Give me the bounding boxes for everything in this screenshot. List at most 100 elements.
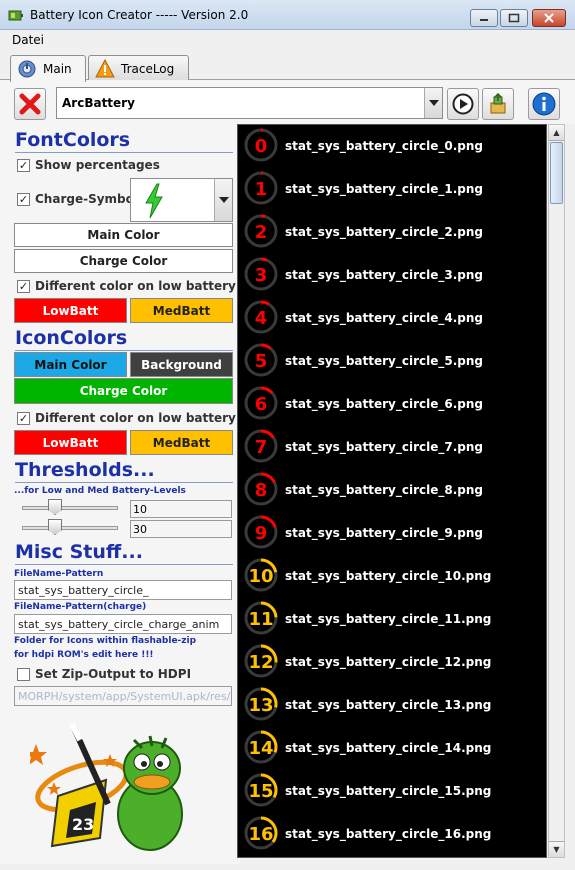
- icon-list-item[interactable]: 7 stat_sys_battery_circle_7.png: [243, 428, 543, 471]
- med-threshold-slider[interactable]: [20, 518, 120, 536]
- icon-filename: stat_sys_battery_circle_14.png: [285, 741, 492, 755]
- close-button[interactable]: [532, 9, 566, 27]
- icon-main-color-button[interactable]: Main Color: [14, 352, 127, 377]
- icon-filename: stat_sys_battery_circle_3.png: [285, 268, 483, 282]
- font-lowbatt-button[interactable]: LowBatt: [14, 298, 127, 323]
- icon-filename: stat_sys_battery_circle_10.png: [285, 569, 492, 583]
- icon-list-item[interactable]: 16 stat_sys_battery_circle_16.png: [243, 815, 543, 857]
- pattern-charge-field[interactable]: stat_sys_battery_circle_charge_anim: [14, 614, 232, 634]
- med-threshold-field[interactable]: 30: [130, 520, 232, 538]
- checkbox-checked-icon: ✓: [17, 158, 30, 172]
- battery-circle-icon: 15: [244, 773, 278, 807]
- battery-circle-icon: 4: [244, 300, 278, 334]
- font-diff-low-checkbox[interactable]: ✓ Different color on low battery: [17, 279, 236, 293]
- icon-medbatt-button[interactable]: MedBatt: [130, 430, 233, 455]
- icon-list-item[interactable]: 8 stat_sys_battery_circle_8.png: [243, 471, 543, 514]
- slider-thumb[interactable]: [48, 519, 62, 535]
- settings-panel: FontColors ✓ Show percentages ✓ Charge-S…: [0, 124, 240, 864]
- icon-filename: stat_sys_battery_circle_2.png: [285, 225, 483, 239]
- slider-thumb[interactable]: [48, 499, 62, 515]
- icon-lowbatt-button[interactable]: LowBatt: [14, 430, 127, 455]
- battery-circle-icon: 2: [244, 214, 278, 248]
- charge-symbol-checkbox[interactable]: ✓ Charge-Symbol: [17, 192, 138, 206]
- chevron-down-icon[interactable]: [214, 179, 232, 221]
- icon-background-button[interactable]: Background: [130, 352, 233, 377]
- export-button[interactable]: [482, 88, 514, 120]
- pattern-charge-label: FileName-Pattern(charge): [14, 602, 147, 612]
- icon-list-item[interactable]: 3 stat_sys_battery_circle_3.png: [243, 256, 543, 299]
- icon-list-item[interactable]: 13 stat_sys_battery_circle_13.png: [243, 686, 543, 729]
- maximize-button[interactable]: [500, 9, 528, 27]
- folder-path-field[interactable]: MORPH/system/app/SystemUI.apk/res/: [14, 686, 232, 706]
- icon-filename: stat_sys_battery_circle_15.png: [285, 784, 492, 798]
- misc-title: Misc Stuff...: [15, 540, 233, 565]
- icon-list-item[interactable]: 0 stat_sys_battery_circle_0.png: [243, 127, 543, 170]
- show-percentages-label: Show percentages: [35, 158, 160, 172]
- icon-filename: stat_sys_battery_circle_9.png: [285, 526, 483, 540]
- icon-charge-color-button[interactable]: Charge Color: [14, 378, 233, 404]
- icon-list-item[interactable]: 14 stat_sys_battery_circle_14.png: [243, 729, 543, 772]
- delete-icon: [19, 93, 41, 115]
- window-title: Battery Icon Creator ----- Version 2.0: [30, 8, 249, 22]
- low-threshold-slider[interactable]: [20, 498, 120, 516]
- battery-circle-icon: 6: [244, 386, 278, 420]
- scrollbar[interactable]: ▲ ▼: [548, 124, 565, 858]
- thresholds-subtitle: ...for Low and Med Battery-Levels: [14, 486, 186, 496]
- menu-file[interactable]: Datei: [12, 33, 44, 47]
- zip-hdpi-label: Set Zip-Output to HDPI: [35, 667, 192, 681]
- checkbox-checked-icon: ✓: [17, 279, 30, 293]
- delete-button[interactable]: [14, 88, 46, 120]
- icon-list-item[interactable]: 11 stat_sys_battery_circle_11.png: [243, 600, 543, 643]
- icon-list-item[interactable]: 9 stat_sys_battery_circle_9.png: [243, 514, 543, 557]
- charge-symbol-select[interactable]: [130, 178, 233, 222]
- battery-number: 11: [248, 609, 273, 630]
- icon-diff-low-label: Different color on low battery: [35, 411, 236, 425]
- svg-text:23: 23: [72, 815, 94, 834]
- minimize-button[interactable]: [470, 9, 498, 27]
- icon-filename: stat_sys_battery_circle_11.png: [285, 612, 492, 626]
- export-icon: [490, 93, 506, 114]
- icon-colors-title: IconColors: [15, 326, 233, 351]
- play-button[interactable]: [447, 88, 479, 120]
- font-charge-color-button[interactable]: Charge Color: [14, 249, 233, 273]
- tab-strip: Main TraceLog: [0, 50, 575, 82]
- zip-hdpi-checkbox[interactable]: Set Zip-Output to HDPI: [17, 667, 191, 681]
- icon-list-item[interactable]: 4 stat_sys_battery_circle_4.png: [243, 299, 543, 342]
- battery-circle-icon: 13: [244, 687, 278, 721]
- low-threshold-field[interactable]: 10: [130, 500, 232, 518]
- battery-number: 3: [255, 265, 268, 286]
- lightning-bolt-icon: [145, 183, 163, 219]
- pattern-field[interactable]: stat_sys_battery_circle_: [14, 580, 232, 600]
- battery-circle-icon: 8: [244, 472, 278, 506]
- battery-number: 1: [255, 179, 268, 200]
- icon-list-item[interactable]: 1 stat_sys_battery_circle_1.png: [243, 170, 543, 213]
- font-main-color-button[interactable]: Main Color: [14, 223, 233, 247]
- info-button[interactable]: [528, 88, 560, 120]
- icon-list-item[interactable]: 12 stat_sys_battery_circle_12.png: [243, 643, 543, 686]
- scrollbar-thumb[interactable]: [550, 142, 563, 204]
- preset-select[interactable]: ArcBattery: [56, 87, 443, 119]
- font-medbatt-button[interactable]: MedBatt: [130, 298, 233, 323]
- icon-filename: stat_sys_battery_circle_12.png: [285, 655, 492, 669]
- show-percentages-checkbox[interactable]: ✓ Show percentages: [17, 158, 160, 172]
- icon-filename: stat_sys_battery_circle_0.png: [285, 139, 483, 153]
- tab-tracelog[interactable]: TraceLog: [88, 55, 189, 81]
- icon-filename: stat_sys_battery_circle_16.png: [285, 827, 492, 841]
- scroll-down-icon[interactable]: ▼: [549, 841, 564, 857]
- icon-filename: stat_sys_battery_circle_8.png: [285, 483, 483, 497]
- icon-list-item[interactable]: 15 stat_sys_battery_circle_15.png: [243, 772, 543, 815]
- preset-select-value: ArcBattery: [62, 96, 135, 110]
- battery-number: 5: [255, 351, 268, 372]
- battery-circle-icon: 9: [244, 515, 278, 549]
- icon-list-item[interactable]: 10 stat_sys_battery_circle_10.png: [243, 557, 543, 600]
- folder-note-line1: Folder for Icons within flashable-zip: [14, 636, 197, 646]
- icon-diff-low-checkbox[interactable]: ✓ Different color on low battery: [17, 411, 236, 425]
- scroll-up-icon[interactable]: ▲: [549, 125, 564, 141]
- chevron-down-icon[interactable]: [424, 88, 442, 118]
- tab-main[interactable]: Main: [10, 55, 86, 82]
- tab-tracelog-label: TraceLog: [121, 61, 175, 76]
- play-icon: [452, 93, 474, 115]
- icon-list-item[interactable]: 6 stat_sys_battery_circle_6.png: [243, 385, 543, 428]
- icon-list-item[interactable]: 5 stat_sys_battery_circle_5.png: [243, 342, 543, 385]
- icon-list-item[interactable]: 2 stat_sys_battery_circle_2.png: [243, 213, 543, 256]
